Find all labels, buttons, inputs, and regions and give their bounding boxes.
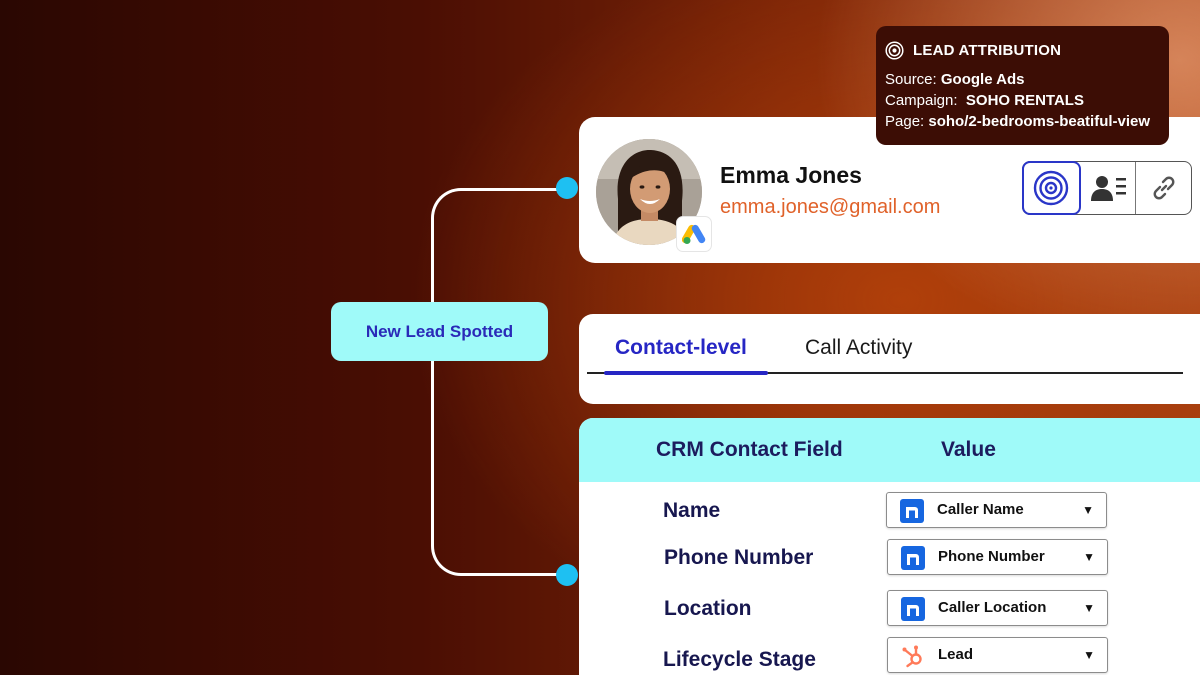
chevron-down-icon: ▼	[1082, 503, 1094, 517]
tab-contact-level[interactable]: Contact-level	[615, 336, 747, 360]
field-label-phone: Phone Number	[664, 546, 814, 569]
nimbata-icon	[901, 597, 925, 621]
attribution-page-label: Page:	[885, 113, 925, 130]
active-tab-indicator	[604, 371, 768, 375]
attribution-page-value: soho/2-bedrooms-beatiful-view	[928, 113, 1151, 130]
contact-email[interactable]: emma.jones@gmail.com	[720, 196, 940, 219]
attribution-source-label: Source:	[885, 71, 937, 88]
value-select-name[interactable]: Caller Name ▼	[886, 492, 1107, 528]
table-row: Lifecycle Stage Lead ▼	[579, 637, 1200, 675]
connector-dot-bottom	[556, 564, 578, 586]
contact-action-group	[1022, 161, 1192, 215]
attribution-target-icon	[885, 41, 904, 60]
lead-attribution-tooltip: LEAD ATTRIBUTION Source: Google Ads Camp…	[876, 26, 1169, 145]
attribution-page: Page: soho/2-bedrooms-beatiful-view	[885, 111, 1169, 132]
table-header: CRM Contact Field Value	[579, 418, 1200, 482]
attribution-campaign-value: SOHO RENTALS	[965, 92, 1084, 109]
attribution-source: Source: Google Ads	[885, 69, 1169, 90]
attribution-button[interactable]	[1022, 161, 1081, 215]
chevron-down-icon: ▼	[1083, 648, 1095, 662]
value-select-lifecycle-text: Lead	[938, 646, 974, 663]
hubspot-icon	[902, 645, 922, 668]
new-lead-trigger-label: New Lead Spotted	[365, 321, 514, 341]
column-header-value: Value	[941, 438, 996, 461]
copy-link-button[interactable]	[1136, 162, 1191, 214]
attribution-source-value: Google Ads	[940, 71, 1025, 88]
attribution-campaign: Campaign: SOHO RENTALS	[885, 90, 1169, 111]
crm-mapping-table: CRM Contact Field Value Name Caller Name…	[579, 418, 1200, 675]
table-row: Name Caller Name ▼	[579, 492, 1200, 532]
column-header-field: CRM Contact Field	[656, 438, 843, 461]
value-select-name-text: Caller Name	[937, 501, 1024, 518]
tabs-bar: Contact-level Call Activity	[579, 314, 1200, 404]
chevron-down-icon: ▼	[1083, 550, 1095, 564]
new-lead-trigger[interactable]: New Lead Spotted	[331, 302, 548, 361]
link-icon	[1153, 176, 1175, 200]
contact-details-button[interactable]	[1081, 162, 1137, 214]
value-select-phone[interactable]: Phone Number ▼	[887, 539, 1108, 575]
attribution-target-icon	[1034, 170, 1069, 206]
field-label-lifecycle: Lifecycle Stage	[663, 648, 816, 671]
google-ads-icon	[676, 216, 712, 252]
tab-call-activity[interactable]: Call Activity	[805, 336, 912, 360]
field-label-location: Location	[664, 597, 752, 620]
chevron-down-icon: ▼	[1083, 601, 1095, 615]
field-label-name: Name	[663, 499, 721, 522]
value-select-location-text: Caller Location	[938, 599, 1047, 616]
attribution-title: LEAD ATTRIBUTION	[913, 42, 1062, 59]
flow-connector-line	[431, 188, 571, 576]
table-row: Location Caller Location ▼	[579, 590, 1200, 630]
contact-card-icon	[1091, 176, 1126, 201]
contact-name: Emma Jones	[720, 162, 862, 188]
attribution-campaign-label: Campaign:	[885, 92, 958, 109]
value-select-phone-text: Phone Number	[938, 548, 1045, 565]
attribution-header: LEAD ATTRIBUTION	[885, 41, 1169, 60]
nimbata-icon	[901, 546, 925, 570]
table-row: Phone Number Phone Number ▼	[579, 539, 1200, 579]
value-select-location[interactable]: Caller Location ▼	[887, 590, 1108, 626]
nimbata-icon	[900, 499, 924, 523]
connector-dot-top	[556, 177, 578, 199]
value-select-lifecycle[interactable]: Lead ▼	[887, 637, 1108, 673]
